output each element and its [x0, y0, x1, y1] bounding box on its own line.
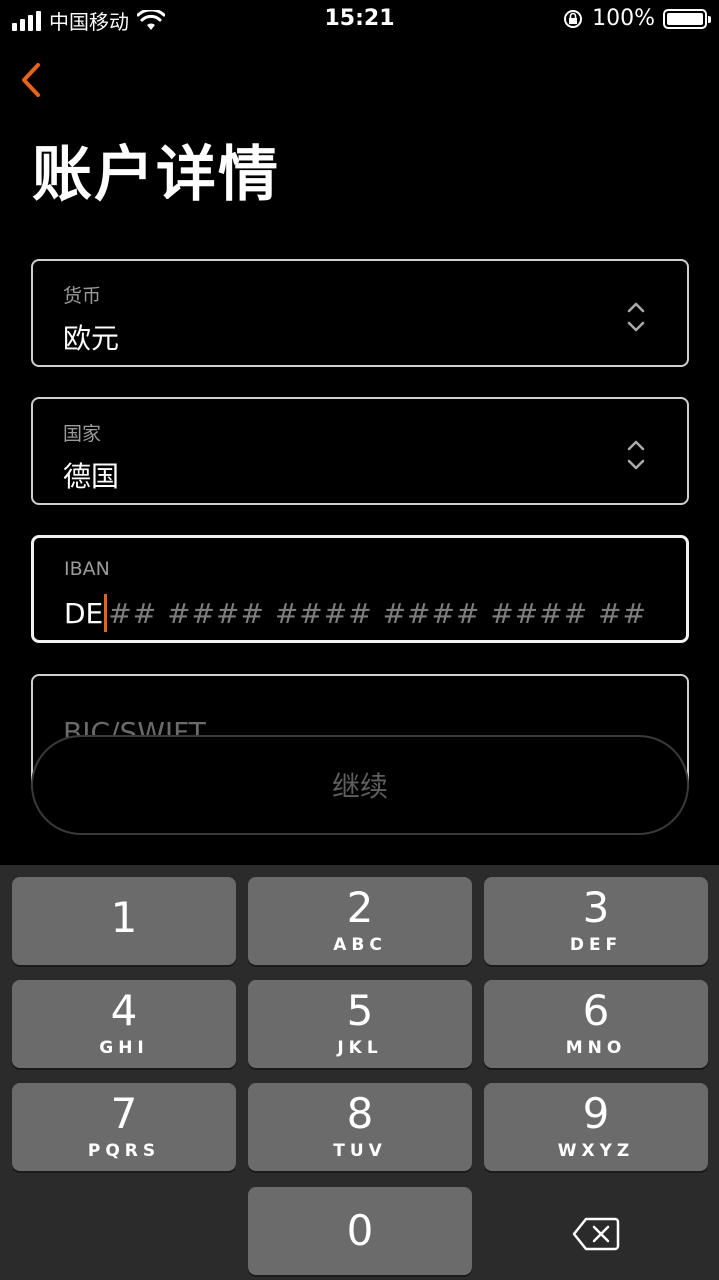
key-letters: WXYZ — [557, 1141, 635, 1161]
orientation-lock-icon — [564, 9, 583, 28]
currency-select[interactable]: 货币 欧元 — [31, 259, 689, 367]
key-1[interactable]: 1 — [12, 877, 236, 965]
chevron-up-down-icon — [627, 302, 645, 332]
key-digit: 2 — [346, 883, 374, 932]
key-digit: 1 — [110, 893, 138, 942]
key-digit: 3 — [582, 883, 610, 932]
key-8[interactable]: 8 TUV — [248, 1083, 472, 1171]
currency-label: 货币 — [63, 285, 102, 307]
iban-label: IBAN — [64, 558, 110, 580]
key-letters: GHI — [99, 1038, 149, 1058]
key-letters: DEF — [569, 935, 623, 955]
key-digit: 0 — [346, 1206, 374, 1255]
iban-input[interactable]: DE ## #### #### #### #### ## — [64, 594, 647, 632]
country-value: 德国 — [63, 460, 120, 493]
key-0[interactable]: 0 — [248, 1187, 472, 1275]
key-letters: PQRS — [87, 1141, 161, 1161]
key-2[interactable]: 2 ABC — [248, 877, 472, 965]
key-digit: 9 — [582, 1089, 610, 1138]
iban-placeholder: ## #### #### #### #### ## — [108, 596, 647, 630]
key-digit: 7 — [110, 1089, 138, 1138]
status-bar: 中国移动 15:21 100% — [0, 0, 719, 40]
key-digit: 6 — [582, 986, 610, 1035]
delete-key[interactable] — [484, 1190, 708, 1278]
backspace-icon — [572, 1217, 620, 1251]
key-4[interactable]: 4 GHI — [12, 980, 236, 1068]
key-7[interactable]: 7 PQRS — [12, 1083, 236, 1171]
key-digit: 4 — [110, 986, 138, 1035]
text-caret — [104, 594, 108, 632]
key-letters: MNO — [565, 1038, 627, 1058]
battery-icon — [663, 8, 711, 29]
key-digit: 5 — [346, 986, 374, 1035]
chevron-left-icon — [22, 63, 40, 97]
numeric-keypad: 1 2 ABC 3 DEF 4 GHI 5 JKL 6 MNO 7 PQRS 8… — [0, 865, 719, 1280]
iban-field[interactable]: IBAN DE ## #### #### #### #### ## — [31, 535, 689, 643]
key-letters: JKL — [337, 1038, 383, 1058]
key-6[interactable]: 6 MNO — [484, 980, 708, 1068]
key-5[interactable]: 5 JKL — [248, 980, 472, 1068]
currency-value: 欧元 — [63, 322, 120, 355]
key-9[interactable]: 9 WXYZ — [484, 1083, 708, 1171]
country-select[interactable]: 国家 德国 — [31, 397, 689, 505]
battery-percent: 100% — [592, 6, 655, 31]
iban-value: DE — [64, 596, 104, 630]
key-letters: TUV — [333, 1141, 387, 1161]
key-3[interactable]: 3 DEF — [484, 877, 708, 965]
key-letters: ABC — [333, 935, 387, 955]
key-digit: 8 — [346, 1089, 374, 1138]
continue-button[interactable]: 继续 — [31, 735, 689, 835]
page-title: 账户详情 — [32, 140, 280, 210]
chevron-up-down-icon — [627, 440, 645, 470]
back-button[interactable] — [14, 60, 50, 100]
country-label: 国家 — [63, 423, 102, 445]
status-right: 100% — [562, 6, 711, 31]
